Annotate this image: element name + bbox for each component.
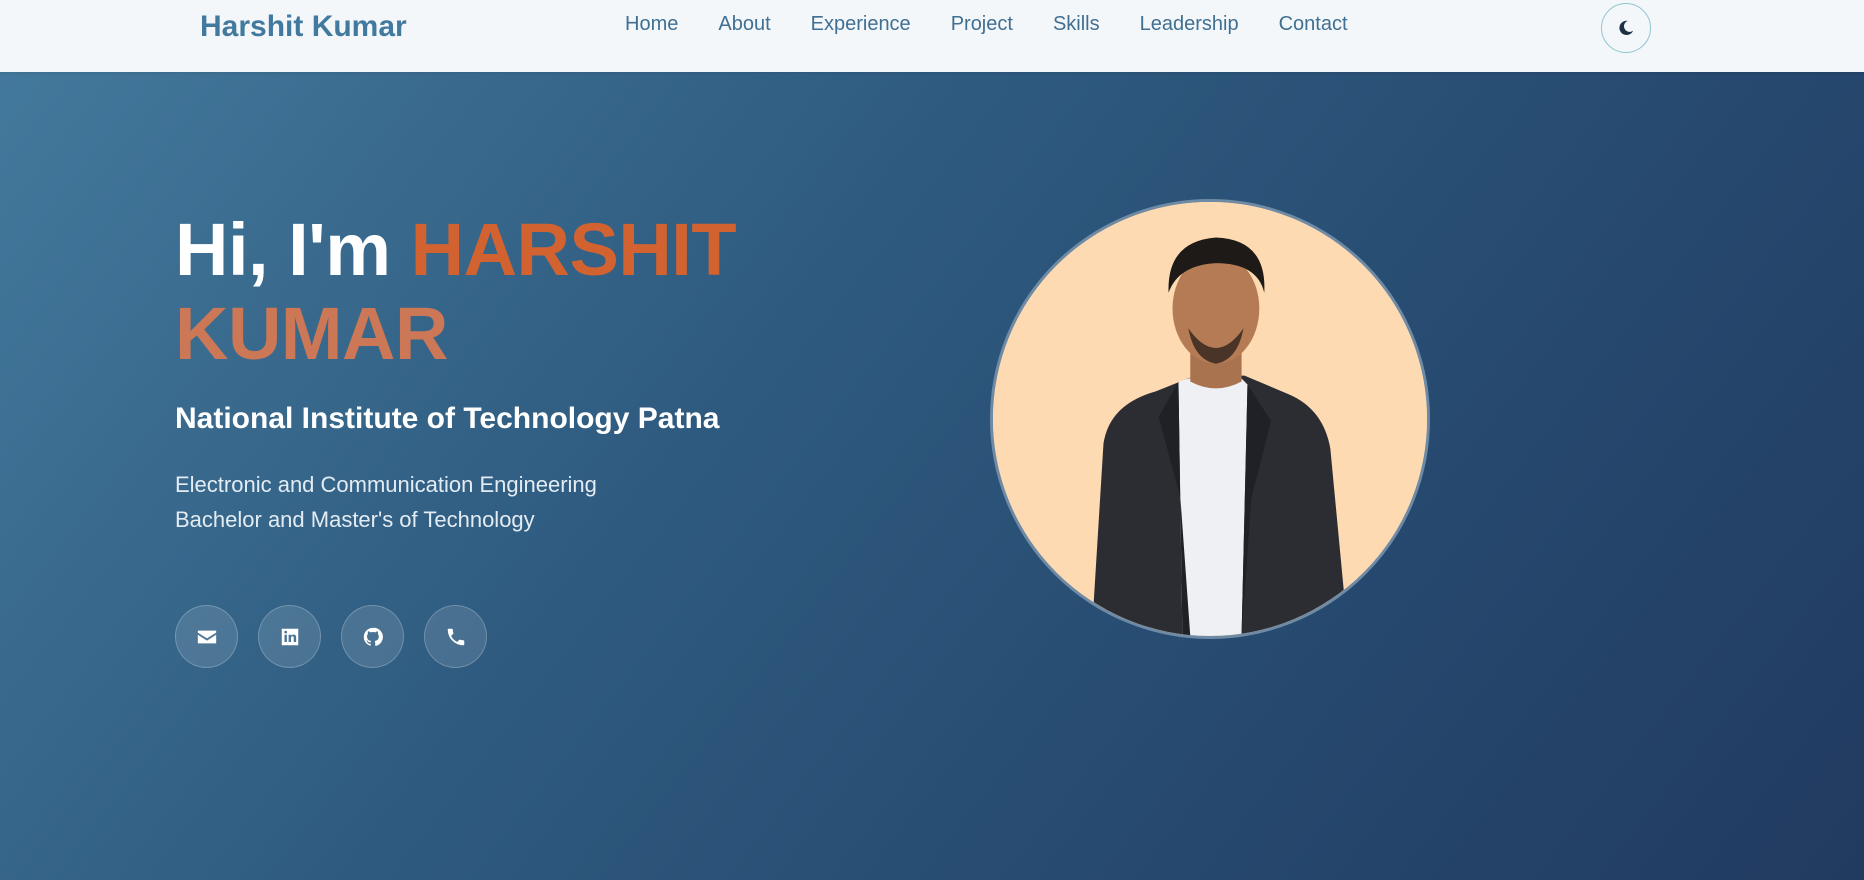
linkedin-button[interactable] [258, 605, 321, 668]
nav-links: Home About Experience Project Skills Lea… [625, 13, 1348, 36]
nav-link-skills[interactable]: Skills [1053, 13, 1100, 35]
github-icon [363, 627, 383, 646]
navbar: Harshit Kumar Home About Experience Proj… [0, 0, 1864, 72]
nav-item-project: Project [951, 13, 1013, 36]
last-name-text: KUMAR [175, 292, 448, 375]
first-name-text: HARSHIT [410, 208, 737, 291]
nav-link-project[interactable]: Project [951, 13, 1013, 35]
nav-item-contact: Contact [1279, 13, 1348, 36]
nav-item-experience: Experience [811, 13, 911, 36]
greeting-text: Hi, I'm [175, 208, 391, 291]
nav-item-home: Home [625, 13, 678, 36]
degree-info: Electronic and Communication Engineering… [175, 467, 597, 537]
hero-heading: Hi, I'm HARSHIT KUMAR [175, 208, 737, 376]
theme-toggle-button[interactable] [1601, 3, 1651, 53]
brand-logo[interactable]: Harshit Kumar [200, 10, 407, 44]
envelope-icon [197, 630, 216, 643]
email-button[interactable] [175, 605, 238, 668]
hero-section: Hi, I'm HARSHIT KUMAR National Institute… [0, 72, 1864, 880]
social-links [175, 605, 487, 668]
nav-link-experience[interactable]: Experience [811, 13, 911, 35]
linkedin-icon [281, 628, 298, 645]
nav-item-skills: Skills [1053, 13, 1100, 36]
nav-link-contact[interactable]: Contact [1279, 13, 1348, 35]
profile-photo [990, 199, 1430, 639]
nav-link-home[interactable]: Home [625, 13, 678, 35]
moon-icon [1619, 20, 1634, 36]
branch-text: Electronic and Communication Engineering [175, 472, 597, 497]
nav-item-about: About [718, 13, 770, 36]
phone-icon [447, 628, 464, 645]
degree-text: Bachelor and Master's of Technology [175, 507, 535, 532]
phone-button[interactable] [424, 605, 487, 668]
institute-name: National Institute of Technology Patna [175, 402, 720, 435]
portrait-illustration [993, 202, 1427, 636]
nav-link-leadership[interactable]: Leadership [1140, 13, 1239, 35]
nav-link-about[interactable]: About [718, 13, 770, 35]
nav-item-leadership: Leadership [1140, 13, 1239, 36]
github-button[interactable] [341, 605, 404, 668]
